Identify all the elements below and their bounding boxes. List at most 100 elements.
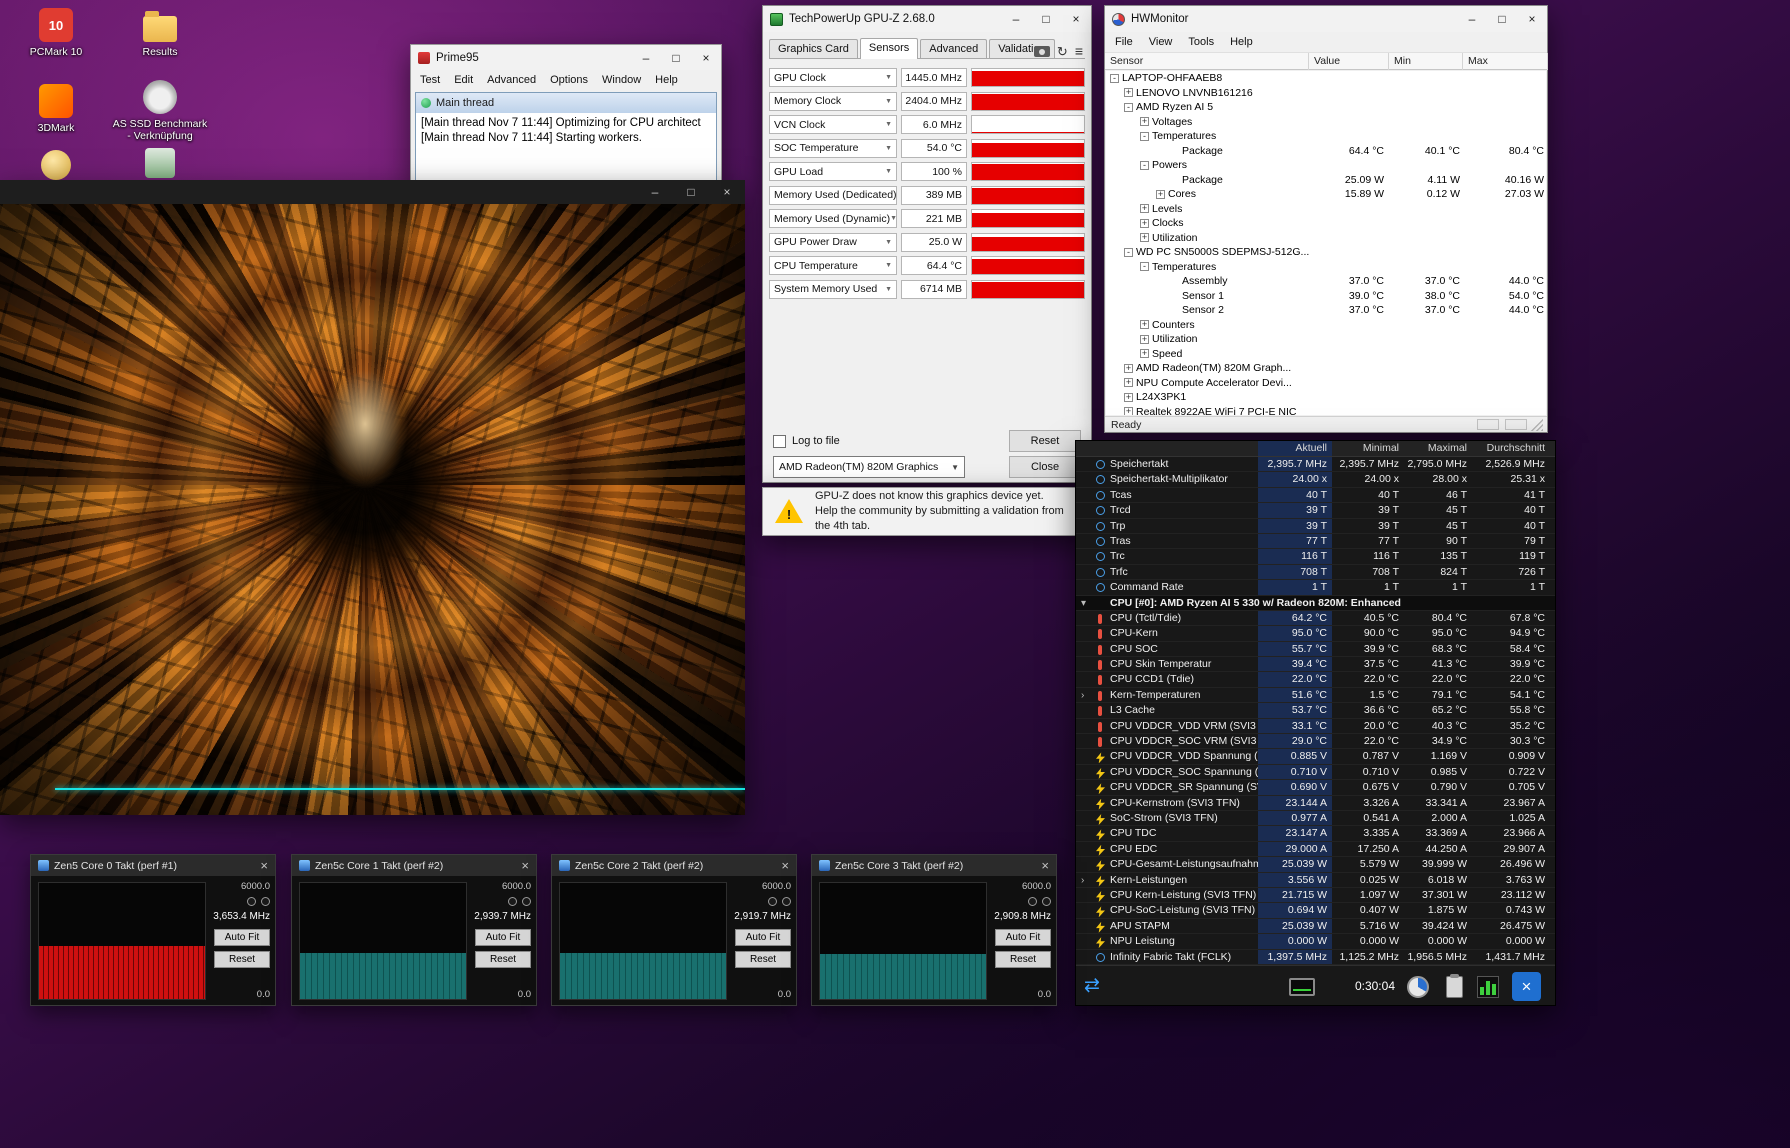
tree-expander[interactable]: - xyxy=(1124,248,1133,257)
sensor-label-dropdown[interactable]: Memory Used (Dynamic) ▼ xyxy=(769,209,897,228)
tree-row[interactable]: - WD PC SN5000S SDEPMSJ-512G... xyxy=(1106,245,1546,260)
desktop-icon[interactable]: Results xyxy=(112,8,208,58)
auto-fit-button[interactable]: Auto Fit xyxy=(475,929,531,946)
tree-expander[interactable]: + xyxy=(1156,190,1165,199)
sensor-row[interactable]: CPU-Kernstrom (SVI3 TFN) 23.144 A 3.326 … xyxy=(1076,796,1555,811)
window-titlebar[interactable]: Zen5c Core 3 Takt (perf #2) × xyxy=(812,855,1056,876)
sensor-row[interactable]: Trc 116 T 116 T 135 T 119 T xyxy=(1076,549,1555,564)
sensor-label-dropdown[interactable]: SOC Temperature ▼ xyxy=(769,139,897,158)
tree-row[interactable]: + Counters xyxy=(1106,318,1546,333)
sensor-row[interactable]: CPU SOC 55.7 °C 39.9 °C 68.3 °C 58.4 °C xyxy=(1076,642,1555,657)
col-minimal[interactable]: Minimal xyxy=(1334,441,1404,456)
reset-button[interactable]: Reset xyxy=(1009,430,1081,452)
sensor-row[interactable]: CPU (Tctl/Tdie) 64.2 °C 40.5 °C 80.4 °C … xyxy=(1076,611,1555,626)
menu-item[interactable]: Advanced xyxy=(480,74,543,86)
auto-fit-button[interactable]: Auto Fit xyxy=(214,929,270,946)
col-max[interactable]: Max xyxy=(1463,53,1548,70)
menu-item[interactable]: Window xyxy=(595,74,648,86)
col-min[interactable]: Min xyxy=(1389,53,1463,70)
sensor-row[interactable]: CPU TDC 23.147 A 3.335 A 33.369 A 23.966… xyxy=(1076,826,1555,841)
reset-button[interactable]: Reset xyxy=(475,951,531,968)
tree-expander[interactable]: - xyxy=(1140,132,1149,141)
sensor-label-dropdown[interactable]: GPU Clock ▼ xyxy=(769,68,897,87)
maximize-button[interactable]: □ xyxy=(1487,6,1517,32)
sensor-row[interactable]: CPU EDC 29.000 A 17.250 A 44.250 A 29.90… xyxy=(1076,842,1555,857)
sensor-row[interactable]: › Kern-Temperaturen 51.6 °C 1.5 °C 79.1 … xyxy=(1076,688,1555,703)
col-maximal[interactable]: Maximal xyxy=(1406,441,1472,456)
maximize-button[interactable]: □ xyxy=(1031,6,1061,32)
tree-expander[interactable]: - xyxy=(1110,74,1119,83)
tree-expander[interactable]: + xyxy=(1124,378,1133,387)
sensor-row[interactable]: › Kern-Leistungen 3.556 W 0.025 W 6.018 … xyxy=(1076,873,1555,888)
reset-button[interactable]: Reset xyxy=(995,951,1051,968)
tree-expander[interactable]: + xyxy=(1140,117,1149,126)
minimize-button[interactable]: – xyxy=(631,45,661,70)
desktop-icon[interactable] xyxy=(8,150,104,180)
tree-row[interactable]: Package 25.09 W 4.11 W 40.16 W xyxy=(1106,173,1546,188)
minimize-button[interactable]: – xyxy=(1001,6,1031,32)
sensor-label-dropdown[interactable]: Memory Clock ▼ xyxy=(769,92,897,111)
radio-button[interactable] xyxy=(522,897,531,906)
sensor-row[interactable]: CPU CCD1 (Tdie) 22.0 °C 22.0 °C 22.0 °C … xyxy=(1076,672,1555,687)
window-titlebar[interactable]: Zen5c Core 1 Takt (perf #2) × xyxy=(292,855,536,876)
col-sensor[interactable]: Sensor xyxy=(1105,53,1309,70)
tree-row[interactable]: - Powers xyxy=(1106,158,1546,173)
sensor-row[interactable]: Speichertakt 2,395.7 MHz 2,395.7 MHz 2,7… xyxy=(1076,457,1555,472)
close-button[interactable]: × xyxy=(521,858,529,873)
tab[interactable]: Sensors xyxy=(860,38,918,59)
tree-row[interactable]: + Speed xyxy=(1106,347,1546,362)
sensor-row[interactable]: Tras 77 T 77 T 90 T 79 T xyxy=(1076,534,1555,549)
radio-button[interactable] xyxy=(782,897,791,906)
col-value[interactable]: Value xyxy=(1309,53,1389,70)
menu-item[interactable]: Edit xyxy=(447,74,480,86)
tab[interactable]: Advanced xyxy=(920,39,987,58)
tree-row[interactable]: + AMD Radeon(TM) 820M Graph... xyxy=(1106,361,1546,376)
sensor-row[interactable]: APU STAPM 25.039 W 5.716 W 39.424 W 26.4… xyxy=(1076,919,1555,934)
sensor-row[interactable]: CPU VDDCR_SR Spannung (SVI3 ... 0.690 V … xyxy=(1076,780,1555,795)
radio-button[interactable] xyxy=(247,897,256,906)
tree-expander[interactable]: + xyxy=(1140,349,1149,358)
sensor-label-dropdown[interactable]: System Memory Used ▼ xyxy=(769,280,897,299)
tree-row[interactable]: Package 64.4 °C 40.1 °C 80.4 °C xyxy=(1106,144,1546,159)
sensor-row[interactable]: Command Rate 1 T 1 T 1 T 1 T xyxy=(1076,580,1555,595)
tree-row[interactable]: Sensor 1 39.0 °C 38.0 °C 54.0 °C xyxy=(1106,289,1546,304)
tree-row[interactable]: + Utilization xyxy=(1106,332,1546,347)
close-button[interactable]: × xyxy=(1517,6,1547,32)
close-app-button[interactable]: Close xyxy=(1009,456,1081,478)
maximize-button[interactable]: □ xyxy=(673,180,709,204)
tree-row[interactable]: + Levels xyxy=(1106,202,1546,217)
tree-row[interactable]: + Clocks xyxy=(1106,216,1546,231)
tree-expander[interactable]: + xyxy=(1124,407,1133,415)
sensor-row[interactable]: CPU VDDCR_SOC Spannung (SVI... 0.710 V 0… xyxy=(1076,765,1555,780)
radio-button[interactable] xyxy=(261,897,270,906)
sensor-row[interactable]: CPU Skin Temperatur 39.4 °C 37.5 °C 41.3… xyxy=(1076,657,1555,672)
close-button[interactable]: × xyxy=(260,858,268,873)
tree-row[interactable]: + L24X3PK1 xyxy=(1106,390,1546,405)
sensor-label-dropdown[interactable]: CPU Temperature ▼ xyxy=(769,256,897,275)
sensor-row[interactable]: Speichertakt-Multiplikator 24.00 x 24.00… xyxy=(1076,472,1555,487)
child-window-titlebar[interactable]: Main thread xyxy=(416,93,716,113)
tree-row[interactable]: - Temperatures xyxy=(1106,129,1546,144)
tree-row[interactable]: - Temperatures xyxy=(1106,260,1546,275)
sensor-label-dropdown[interactable]: Memory Used (Dedicated) ▼ xyxy=(769,186,897,205)
menu-item[interactable]: Help xyxy=(1222,36,1261,48)
tree-expander[interactable]: + xyxy=(1140,320,1149,329)
sensor-row[interactable]: CPU VDDCR_SOC VRM (SVI3 TFN) 29.0 °C 22.… xyxy=(1076,734,1555,749)
minimize-button[interactable]: – xyxy=(637,180,673,204)
desktop-icon[interactable]: 10 PCMark 10 xyxy=(8,8,104,58)
tree-row[interactable]: + LENOVO LNVNB161216 xyxy=(1106,86,1546,101)
sensor-row[interactable]: ▾ CPU [#0]: AMD Ryzen AI 5 330 w/ Radeon… xyxy=(1076,596,1555,611)
auto-fit-button[interactable]: Auto Fit xyxy=(735,929,791,946)
screenshot-camera-icon[interactable] xyxy=(1034,46,1050,57)
window-titlebar[interactable]: HWMonitor – □ × xyxy=(1105,6,1547,32)
sensor-row[interactable]: SoC-Strom (SVI3 TFN) 0.977 A 0.541 A 2.0… xyxy=(1076,811,1555,826)
sensor-row[interactable]: NPU Leistung 0.000 W 0.000 W 0.000 W 0.0… xyxy=(1076,934,1555,949)
tree-expander[interactable]: + xyxy=(1124,364,1133,373)
tab[interactable]: Graphics Card xyxy=(769,39,858,58)
clock-pie-icon[interactable] xyxy=(1407,976,1429,998)
expand-arrow-icon[interactable]: ▾ xyxy=(1081,596,1091,611)
reset-button[interactable]: Reset xyxy=(735,951,791,968)
close-button[interactable]: × xyxy=(1061,6,1091,32)
sensor-row[interactable]: CPU Kern-Leistung (SVI3 TFN) 21.715 W 1.… xyxy=(1076,888,1555,903)
sensor-label-dropdown[interactable]: GPU Load ▼ xyxy=(769,162,897,181)
